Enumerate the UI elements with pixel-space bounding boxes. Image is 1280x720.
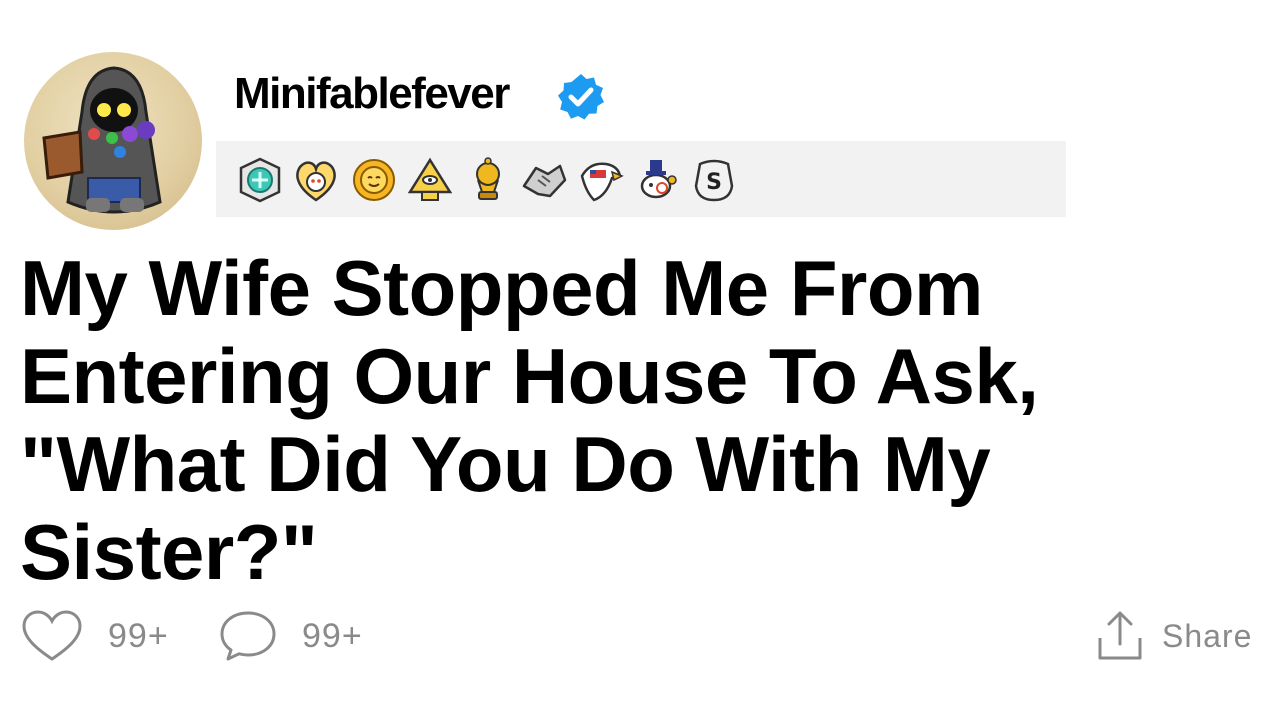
share-label: Share [1162,617,1253,654]
avatar[interactable] [24,52,202,230]
awards-bar: S [216,141,1066,217]
heart-icon [22,610,82,661]
wholesome-heart-award-icon[interactable] [292,156,340,204]
gold-trophy-award-icon[interactable] [464,156,512,204]
verified-badge-icon [558,74,604,120]
svg-text:S: S [706,170,722,195]
share-icon [1098,611,1142,660]
username[interactable]: Minifablefever [234,66,510,122]
like-count: 99+ [108,616,169,655]
handshake-award-icon[interactable] [520,156,568,204]
post-title[interactable]: My Wife Stopped Me From Entering Our Hou… [20,244,1260,596]
comment-count: 99+ [302,616,363,655]
eagle-award-icon[interactable] [576,156,624,204]
rainbow-gem-award-icon[interactable] [236,156,284,204]
sun-award-icon[interactable] [350,156,398,204]
illuminati-pyramid-award-icon[interactable] [406,156,454,204]
silver-s-award-icon[interactable]: S [690,156,738,204]
snoo-rich-award-icon[interactable] [632,156,680,204]
like-button[interactable]: 99+ [20,608,169,664]
comment-button[interactable]: 99+ [218,608,363,664]
share-button[interactable]: Share [1096,608,1252,664]
comment-bubble-icon [220,611,276,661]
hooded-figure-icon [42,66,162,214]
